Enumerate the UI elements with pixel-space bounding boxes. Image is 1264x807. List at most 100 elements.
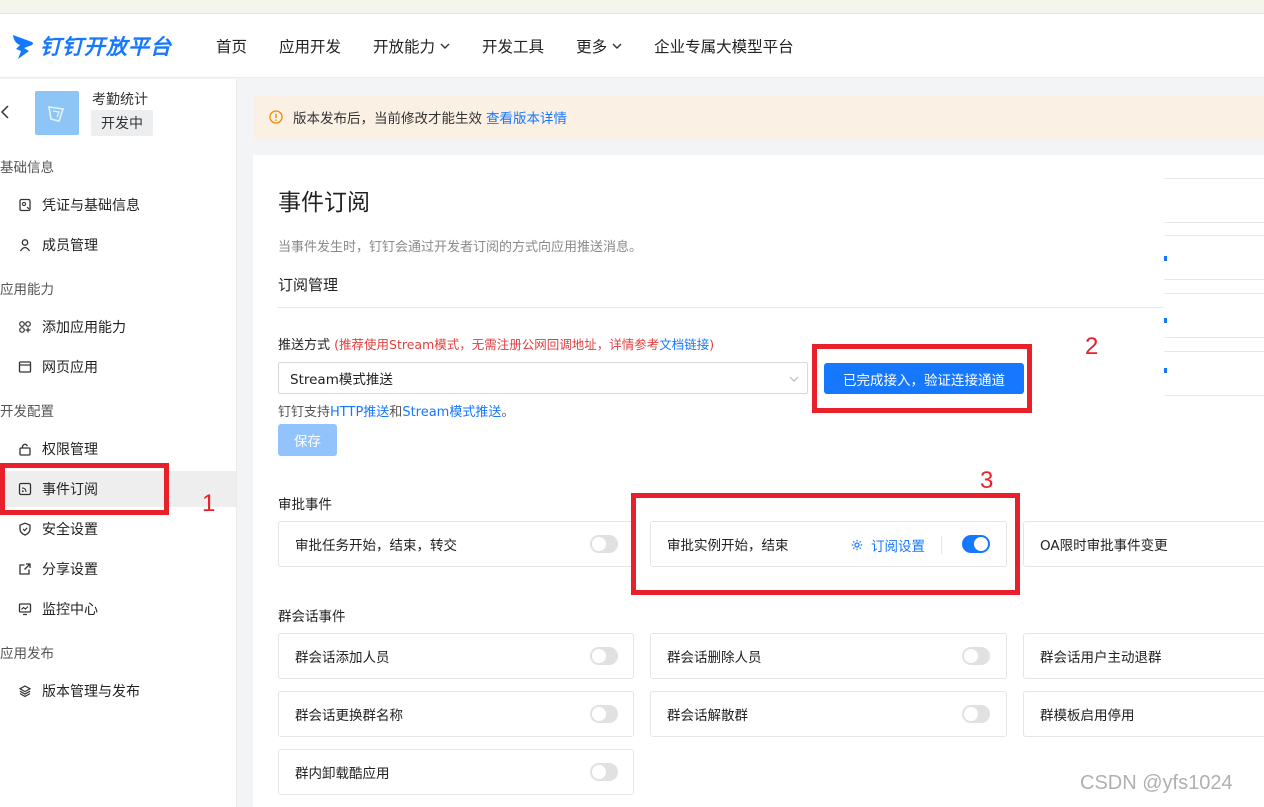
event-card: 群会话解散群 [650, 691, 1007, 737]
page-description: 当事件发生时，钉钉会通过开发者订阅的方式向应用推送消息。 [278, 240, 643, 255]
sidebar-item-label: 凭证与基础信息 [42, 198, 140, 214]
logo[interactable]: 钉钉开放平台 [10, 31, 200, 61]
dingtalk-logo-icon [13, 34, 33, 59]
sidebar-item-credentials[interactable]: 凭证与基础信息 [0, 187, 237, 223]
nav-home-label: 首页 [216, 37, 248, 56]
sidebar-item-label: 成员管理 [42, 238, 98, 254]
annotation-number-2: 2 [1085, 333, 1099, 360]
event-label: 群会话更换群名称 [295, 708, 403, 724]
nav-dev-tools[interactable]: 开发工具 [482, 35, 544, 57]
event-toggle[interactable] [962, 705, 990, 723]
sidebar-item-label: 添加应用能力 [42, 320, 126, 336]
event-card: 群会话用户主动退群 [1023, 633, 1264, 679]
group-title-capability: 应用能力 [0, 282, 54, 298]
push-mode-label-text: 推送方式 [278, 338, 331, 353]
browser-strip [0, 0, 1264, 14]
divider [278, 307, 1164, 308]
push-mode-select[interactable]: Stream模式推送 [278, 362, 808, 394]
http-push-link[interactable]: HTTP推送 [330, 405, 389, 420]
nav-open-capability[interactable]: 开放能力 [373, 35, 450, 57]
back-arrow-icon[interactable] [0, 105, 10, 119]
event-label: 群会话删除人员 [667, 650, 762, 666]
sidebar-item-web-app[interactable]: 网页应用 [0, 349, 237, 385]
app-logo-icon [48, 106, 65, 122]
share-icon [19, 563, 31, 575]
nav-app-dev[interactable]: 应用开发 [279, 35, 341, 57]
sidebar-item-label: 监控中心 [42, 602, 98, 618]
sidebar-item-monitor[interactable]: 监控中心 [0, 591, 237, 627]
event-toggle[interactable] [590, 535, 618, 553]
push-hint-suffix: ) [709, 337, 715, 352]
watermark: CSDN @yfs1024 [1080, 772, 1233, 794]
approval-events-title: 审批事件 [278, 497, 332, 513]
push-mode-label: 推送方式 (推荐使用Stream模式，无需注册公网回调地址，详情参考文档链接) [278, 334, 714, 353]
event-card: 群模板启用停用 [1023, 691, 1264, 737]
sidebar-item-label: 版本管理与发布 [42, 684, 140, 700]
push-mode-value: Stream模式推送 [290, 372, 393, 388]
sidebar-item-label: 权限管理 [42, 442, 98, 458]
nav-enterprise-llm[interactable]: 企业专属大模型平台 [654, 35, 794, 57]
apps-icon [19, 321, 31, 333]
credential-icon [19, 198, 31, 212]
nav-home[interactable]: 首页 [216, 35, 247, 57]
page-title: 事件订阅 [278, 190, 370, 216]
event-label: 群内卸载酷应用 [295, 766, 390, 782]
annotation-number-1: 1 [202, 490, 216, 517]
chevron-down-icon [612, 43, 622, 49]
banner-text: 版本发布后，当前修改才能生效 [293, 111, 482, 127]
event-label: 群会话用户主动退群 [1040, 650, 1162, 666]
notice-banner: 版本发布后，当前修改才能生效 查看版本详情 [253, 95, 1264, 139]
support-prefix: 钉钉支持 [278, 405, 331, 420]
user-icon [19, 239, 31, 252]
doc-link[interactable]: 文档链接 [659, 337, 709, 352]
layers-icon [18, 685, 32, 698]
sidebar-item-label: 网页应用 [42, 360, 98, 376]
version-detail-link[interactable]: 查看版本详情 [486, 107, 567, 127]
sidebar: 考勤统计 开发中 基础信息 凭证与基础信息 成员管理 应用能力 添加应用能力 网… [0, 79, 237, 807]
app-avatar [35, 91, 79, 135]
event-card: 群会话添加人员 [278, 633, 634, 679]
annotation-box-2 [812, 344, 1032, 413]
stream-push-link[interactable]: Stream模式推送 [402, 405, 501, 420]
save-button[interactable]: 保存 [278, 424, 337, 456]
event-label: 群会话添加人员 [295, 650, 390, 666]
sidebar-item-label: 安全设置 [42, 522, 98, 538]
nav-open-capability-label: 开放能力 [373, 37, 436, 56]
lock-icon [19, 443, 31, 456]
support-and: 和 [389, 405, 403, 420]
nav-dev-tools-label: 开发工具 [482, 37, 545, 56]
event-card: 群会话更换群名称 [278, 691, 634, 737]
section-title: 订阅管理 [278, 276, 339, 294]
chevron-down-icon [789, 376, 799, 382]
sidebar-item-share[interactable]: 分享设置 [0, 551, 237, 587]
top-header: 钉钉开放平台 首页 应用开发 开放能力 开发工具 更多 企业专属大模型平台 [0, 14, 1264, 78]
event-label: OA限时审批事件变更 [1040, 538, 1168, 554]
event-label: 审批任务开始，结束，转交 [295, 538, 457, 554]
sidebar-item-members[interactable]: 成员管理 [0, 227, 237, 263]
shield-icon [19, 522, 31, 536]
sidebar-item-label: 分享设置 [42, 562, 98, 578]
annotation-box-1 [0, 463, 169, 515]
browser-window-icon [18, 361, 32, 373]
sidebar-item-permissions[interactable]: 权限管理 [0, 431, 237, 467]
group-events-title: 群会话事件 [278, 609, 346, 625]
nav-app-dev-label: 应用开发 [279, 37, 342, 56]
main-nav: 首页 应用开发 开放能力 开发工具 更多 企业专属大模型平台 [216, 14, 826, 78]
push-mode-hint: (推荐使用Stream模式，无需注册公网回调地址，详情参考文档链接) [334, 337, 714, 352]
nav-more[interactable]: 更多 [576, 35, 622, 57]
sidebar-item-add-capability[interactable]: 添加应用能力 [0, 309, 237, 345]
push-hint-prefix: (推荐使用Stream模式，无需注册公网回调地址，详情参考 [334, 337, 660, 352]
annotation-box-3 [631, 493, 1020, 595]
event-toggle[interactable] [590, 763, 618, 781]
event-toggle[interactable] [962, 647, 990, 665]
event-card: OA限时审批事件变更 [1023, 521, 1264, 567]
event-card: 审批任务开始，结束，转交 [278, 521, 634, 567]
monitor-icon [18, 603, 32, 616]
info-icon [269, 110, 283, 124]
nav-enterprise-llm-label: 企业专属大模型平台 [654, 37, 794, 56]
event-label: 群会话解散群 [667, 708, 748, 724]
event-toggle[interactable] [590, 647, 618, 665]
sidebar-item-version[interactable]: 版本管理与发布 [0, 673, 237, 709]
logo-text: 钉钉开放平台 [40, 34, 172, 59]
event-toggle[interactable] [590, 705, 618, 723]
